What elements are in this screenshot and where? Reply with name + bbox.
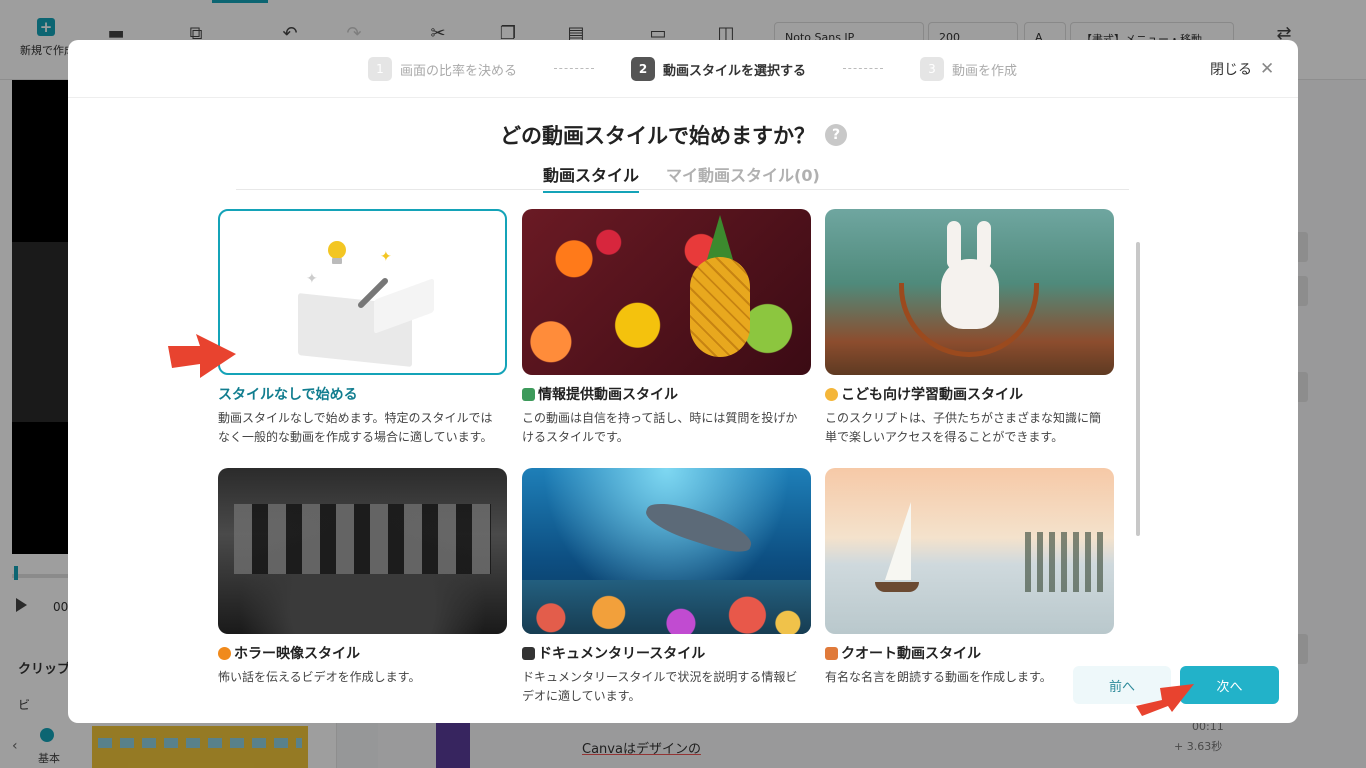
step-separator bbox=[554, 68, 594, 69]
style-card-kids-learning[interactable]: こども向け学習動画スタイル このスクリプトは、子供たちがさまざまな知識に簡単で楽… bbox=[825, 209, 1114, 447]
pumpkin-icon bbox=[218, 646, 231, 660]
style-card-title: スタイルなしで始める bbox=[218, 387, 358, 403]
haunted-building-image bbox=[218, 468, 507, 634]
sailboat-image bbox=[825, 468, 1114, 634]
stepper: 1 画面の比率を決める 2 動画スタイルを選択する 3 動画を作成 閉じる ✕ bbox=[68, 40, 1298, 98]
graduation-cap-icon bbox=[522, 646, 535, 660]
step-video-style: 2 動画スタイルを選択する bbox=[631, 57, 806, 81]
step-number: 3 bbox=[920, 57, 944, 81]
sparkle-icon: ✦ bbox=[306, 271, 318, 287]
step-aspect-ratio: 1 画面の比率を決める bbox=[368, 57, 517, 81]
style-card-description: ドキュメンタリースタイルで状況を説明する情報ビデオに適しています。 bbox=[522, 670, 798, 703]
step-number: 1 bbox=[368, 57, 392, 81]
dialog-title: どの動画スタイルで始めますか？ ? bbox=[500, 120, 847, 150]
dialog-title-text: どの動画スタイルで始めますか？ bbox=[500, 124, 815, 148]
bunny-swing-image bbox=[825, 209, 1114, 375]
style-select-dialog: 1 画面の比率を決める 2 動画スタイルを選択する 3 動画を作成 閉じる ✕ … bbox=[68, 40, 1298, 723]
step-separator bbox=[843, 68, 883, 69]
person-meditating-icon bbox=[825, 646, 838, 660]
child-icon bbox=[825, 387, 838, 401]
step-label: 動画を作成 bbox=[952, 63, 1018, 79]
style-card-quote[interactable]: クオート動画スタイル 有名な名言を朗読する動画を作成します。 bbox=[825, 468, 1114, 687]
fruits-image bbox=[522, 209, 811, 375]
style-card-horror[interactable]: ホラー映像スタイル 怖い話を伝えるビデオを作成します。 bbox=[218, 468, 507, 687]
close-button[interactable]: 閉じる ✕ bbox=[1210, 59, 1274, 79]
tab-video-styles[interactable]: 動画スタイル bbox=[543, 162, 640, 193]
style-card-documentary[interactable]: ドキュメンタリースタイル ドキュメンタリースタイルで状況を説明する情報ビデオに適… bbox=[522, 468, 811, 706]
style-card-title: ホラー映像スタイル bbox=[218, 643, 507, 663]
style-card-description: 怖い話を伝えるビデオを作成します。 bbox=[218, 670, 421, 684]
empty-box-illustration: ✦ ✦ bbox=[218, 209, 507, 375]
style-card-description: 有名な名言を朗読する動画を作成します。 bbox=[825, 670, 1052, 684]
scrollbar[interactable] bbox=[1136, 242, 1140, 536]
step-label: 動画スタイルを選択する bbox=[663, 63, 807, 79]
annotation-arrow-icon bbox=[168, 334, 236, 378]
style-card-description: このスクリプトは、子供たちがさまざまな知識に簡単で楽しいアクセスを得ることができ… bbox=[825, 411, 1102, 444]
style-card-informational[interactable]: 情報提供動画スタイル この動画は自信を持って話し、時には質問を投げかけるスタイル… bbox=[522, 209, 811, 447]
help-icon[interactable]: ? bbox=[825, 124, 847, 146]
style-card-title: クオート動画スタイル bbox=[825, 643, 1114, 663]
style-card-no-style[interactable]: ✦ ✦ スタイルなしで始める 動画スタイルなしで始めます。特定のスタイルではなく… bbox=[218, 209, 507, 447]
sparkle-icon: ✦ bbox=[380, 249, 392, 265]
style-card-title: 情報提供動画スタイル bbox=[522, 384, 811, 404]
style-card-title: こども向け学習動画スタイル bbox=[825, 384, 1114, 404]
style-card-description: この動画は自信を持って話し、時には質問を投げかけるスタイルです。 bbox=[522, 411, 798, 444]
style-card-title: ドキュメンタリースタイル bbox=[522, 643, 811, 663]
style-tabs: 動画スタイル マイ動画スタイル(0) bbox=[236, 160, 1129, 193]
step-create-video: 3 動画を作成 bbox=[920, 57, 1017, 81]
tab-my-video-styles[interactable]: マイ動画スタイル(0) bbox=[666, 162, 820, 191]
close-label: 閉じる bbox=[1210, 62, 1252, 78]
annotation-arrow-icon bbox=[1136, 684, 1194, 716]
books-icon bbox=[522, 387, 535, 401]
step-number: 2 bbox=[631, 57, 655, 81]
dolphin-reef-image bbox=[522, 468, 811, 634]
style-card-description: 動画スタイルなしで始めます。特定のスタイルではなく一般的な動画を作成する場合に適… bbox=[218, 411, 493, 444]
lightbulb-icon bbox=[328, 241, 346, 259]
step-label: 画面の比率を決める bbox=[400, 63, 518, 79]
close-icon: ✕ bbox=[1260, 59, 1275, 79]
